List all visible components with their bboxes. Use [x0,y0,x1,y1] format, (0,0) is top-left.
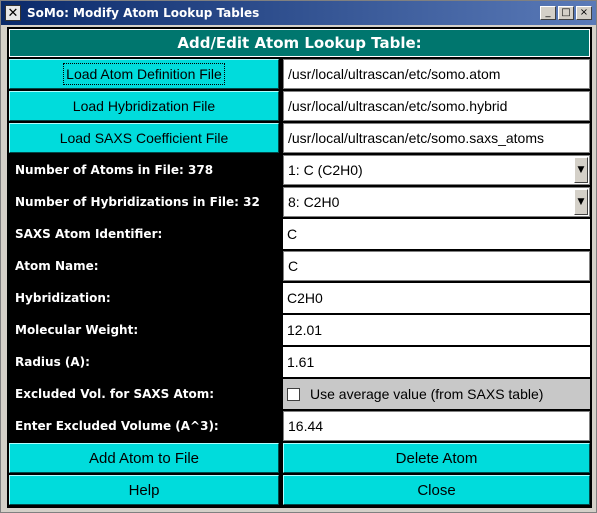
load-saxs-coefficient-button[interactable]: Load SAXS Coefficient File [9,123,279,153]
saxs-atom-identifier-label: SAXS Atom Identifier: [9,219,279,249]
atom-name-field[interactable]: C [283,251,590,281]
help-button[interactable]: Help [9,475,279,505]
maximize-button[interactable]: □ [558,6,574,20]
chevron-down-icon[interactable]: ▼ [574,189,588,215]
atom-definition-path-field[interactable]: /usr/local/ultrascan/etc/somo.atom [283,59,590,89]
panel-header: Add/Edit Atom Lookup Table: [9,29,590,57]
molecular-weight-value: 12.01 [283,315,590,345]
saxs-coefficient-path-field[interactable]: /usr/local/ultrascan/etc/somo.saxs_atoms [283,123,590,153]
minimize-button[interactable]: _ [540,6,556,20]
add-atom-button[interactable]: Add Atom to File [9,443,279,473]
title-bar[interactable]: ✕ SoMo: Modify Atom Lookup Tables _ □ × [1,1,596,25]
load-hybridization-button[interactable]: Load Hybridization File [9,91,279,121]
hybridizations-count-label: Number of Hybridizations in File: 32 [9,187,279,217]
use-average-value-checkbox[interactable] [287,387,300,401]
atoms-count-label: Number of Atoms in File: 378 [9,155,279,185]
radius-value: 1.61 [283,347,590,377]
hybridization-value: C2H0 [283,283,590,313]
atom-name-label: Atom Name: [9,251,279,281]
hybridization-path-field[interactable]: /usr/local/ultrascan/etc/somo.hybrid [283,91,590,121]
excluded-volume-label: Excluded Vol. for SAXS Atom: [9,379,279,409]
delete-atom-button[interactable]: Delete Atom [283,443,590,473]
dialog-window: ✕ SoMo: Modify Atom Lookup Tables _ □ × … [0,0,597,513]
enter-excluded-volume-label: Enter Excluded Volume (A^3): [9,411,279,441]
load-atom-definition-button[interactable]: Load Atom Definition File [9,59,279,89]
radius-label: Radius (A): [9,347,279,377]
use-average-value-label: Use average value (from SAXS table) [310,386,544,402]
hybridization-select[interactable]: 8: C2H0 ▼ [283,187,590,217]
window-title: SoMo: Modify Atom Lookup Tables [27,6,260,20]
main-panel: Add/Edit Atom Lookup Table: Load Atom De… [7,27,592,508]
x-window-icon: ✕ [5,5,21,21]
excluded-volume-field[interactable]: 16.44 [283,411,590,441]
atom-select[interactable]: 1: C (C2H0) ▼ [283,155,590,185]
chevron-down-icon[interactable]: ▼ [574,157,588,183]
close-button[interactable]: Close [283,475,590,505]
molecular-weight-label: Molecular Weight: [9,315,279,345]
use-average-value-toggle[interactable]: Use average value (from SAXS table) [283,379,590,409]
hybridization-label: Hybridization: [9,283,279,313]
saxs-atom-identifier-field[interactable]: C [283,219,590,249]
hybridization-select-value: 8: C2H0 [288,194,340,210]
close-window-button[interactable]: × [576,6,592,20]
atom-select-value: 1: C (C2H0) [288,162,363,178]
